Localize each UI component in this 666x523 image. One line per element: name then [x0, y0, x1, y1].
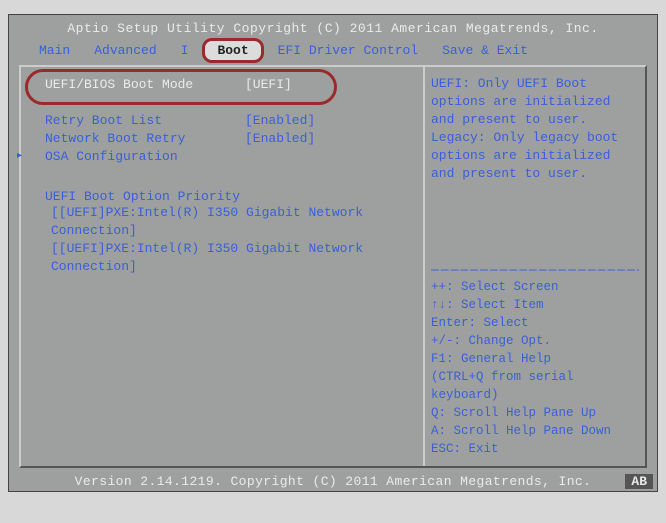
key-change-opt: +/-: Change Opt. [431, 332, 639, 350]
footer-version: Version 2.14.1219. Copyright (C) 2011 Am… [9, 470, 657, 491]
retry-boot-label: Retry Boot List [45, 113, 245, 128]
header-title: Aptio Setup Utility Copyright (C) 2011 A… [9, 15, 657, 36]
ab-badge: AB [625, 474, 653, 489]
menu-save-exit[interactable]: Save & Exit [432, 43, 538, 58]
row-spacer2 [45, 165, 419, 183]
osa-config-label: OSA Configuration [45, 149, 245, 164]
help-divider: ────────────────────────── [431, 263, 639, 278]
settings-pane: UEFI/BIOS Boot Mode [UEFI] Retry Boot Li… [21, 67, 423, 466]
key-ctrlq1: (CTRL+Q from serial [431, 368, 639, 386]
key-a: A: Scroll Help Pane Down [431, 422, 639, 440]
row-osa-configuration[interactable]: OSA Configuration [45, 147, 419, 165]
key-ctrlq2: keyboard) [431, 386, 639, 404]
menu-boot[interactable]: Boot [202, 38, 263, 63]
key-q: Q: Scroll Help Pane Up [431, 404, 639, 422]
row-boot-mode[interactable]: UEFI/BIOS Boot Mode [UEFI] [45, 75, 419, 93]
menu-main[interactable]: Main [29, 43, 80, 58]
boot-mode-label: UEFI/BIOS Boot Mode [45, 77, 245, 92]
key-esc: ESC: Exit [431, 440, 639, 458]
row-spacer [45, 93, 419, 111]
row-retry-boot-list[interactable]: Retry Boot List [Enabled] [45, 111, 419, 129]
key-enter: Enter: Select [431, 314, 639, 332]
boot-mode-value: [UEFI] [245, 77, 292, 92]
uefi-priority-heading: UEFI Boot Option Priority [45, 189, 419, 204]
retry-boot-value: [Enabled] [245, 113, 315, 128]
help-pane: UEFI: Only UEFI Boot options are initial… [423, 67, 645, 466]
row-network-boot-retry[interactable]: Network Boot Retry [Enabled] [45, 129, 419, 147]
main-frame: UEFI/BIOS Boot Mode [UEFI] Retry Boot Li… [19, 65, 647, 468]
key-f1: F1: General Help [431, 350, 639, 368]
network-boot-value: [Enabled] [245, 131, 315, 146]
boot-option-1[interactable]: [[UEFI]PXE:Intel(R) I350 Gigabit Network… [45, 204, 419, 240]
menu-bar: Main Advanced I Boot EFI Driver Control … [9, 36, 657, 63]
menu-i[interactable]: I [171, 43, 199, 58]
bios-setup-screen: Aptio Setup Utility Copyright (C) 2011 A… [8, 14, 658, 492]
menu-advanced[interactable]: Advanced [84, 43, 166, 58]
key-select-item: ↑↓: Select Item [431, 296, 639, 314]
network-boot-label: Network Boot Retry [45, 131, 245, 146]
context-help-text: UEFI: Only UEFI Boot options are initial… [431, 75, 639, 183]
boot-option-2[interactable]: [[UEFI]PXE:Intel(R) I350 Gigabit Network… [45, 240, 419, 276]
menu-efi-driver-control[interactable]: EFI Driver Control [268, 43, 428, 58]
key-select-screen: ++: Select Screen [431, 278, 639, 296]
